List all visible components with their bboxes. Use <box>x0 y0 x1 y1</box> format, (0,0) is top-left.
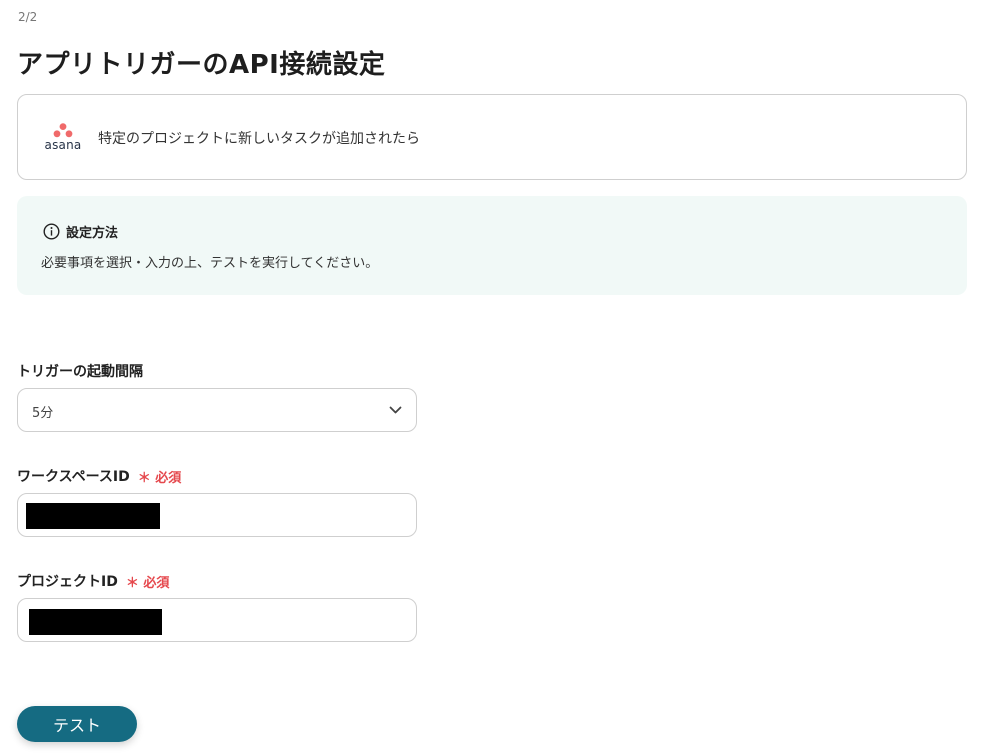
info-header: 設定方法 <box>43 222 118 241</box>
trigger-description: 特定のプロジェクトに新しいタスクが追加されたら <box>98 131 420 147</box>
redacted-value <box>26 503 160 529</box>
required-badge: ＊ 必須 <box>125 575 170 591</box>
interval-select[interactable]: 5分 <box>17 388 417 432</box>
workspace-id-label-text: ワークスペースID <box>17 469 130 485</box>
workspace-id-label: ワークスペースID ＊ 必須 <box>17 466 181 486</box>
info-box: 設定方法 必要事項を選択・入力の上、テストを実行してください。 <box>17 196 967 295</box>
project-id-label-text: プロジェクトID <box>17 574 118 590</box>
page-title: アプリトリガーのAPI接続設定 <box>17 50 386 80</box>
workspace-id-field[interactable] <box>17 493 417 537</box>
interval-label: トリガーの起動間隔 <box>17 361 143 381</box>
asana-logo: asana <box>42 123 84 153</box>
info-text: 必要事項を選択・入力の上、テストを実行してください。 <box>41 256 379 271</box>
project-id-field[interactable] <box>17 598 417 642</box>
asana-wordmark: asana <box>44 138 82 152</box>
interval-select-value: 5分 <box>32 406 54 421</box>
chevron-down-icon <box>389 406 402 414</box>
required-badge: ＊ 必須 <box>137 470 182 486</box>
redacted-value <box>29 609 162 635</box>
step-indicator: 2/2 <box>18 10 38 24</box>
interval-label-text: トリガーの起動間隔 <box>17 364 143 380</box>
asana-dots-icon <box>53 123 73 138</box>
trigger-card: asana 特定のプロジェクトに新しいタスクが追加されたら <box>17 94 967 180</box>
info-title: 設定方法 <box>66 226 119 241</box>
info-icon <box>43 223 60 240</box>
project-id-label: プロジェクトID ＊ 必須 <box>17 571 169 591</box>
test-button[interactable]: テスト <box>17 706 137 742</box>
